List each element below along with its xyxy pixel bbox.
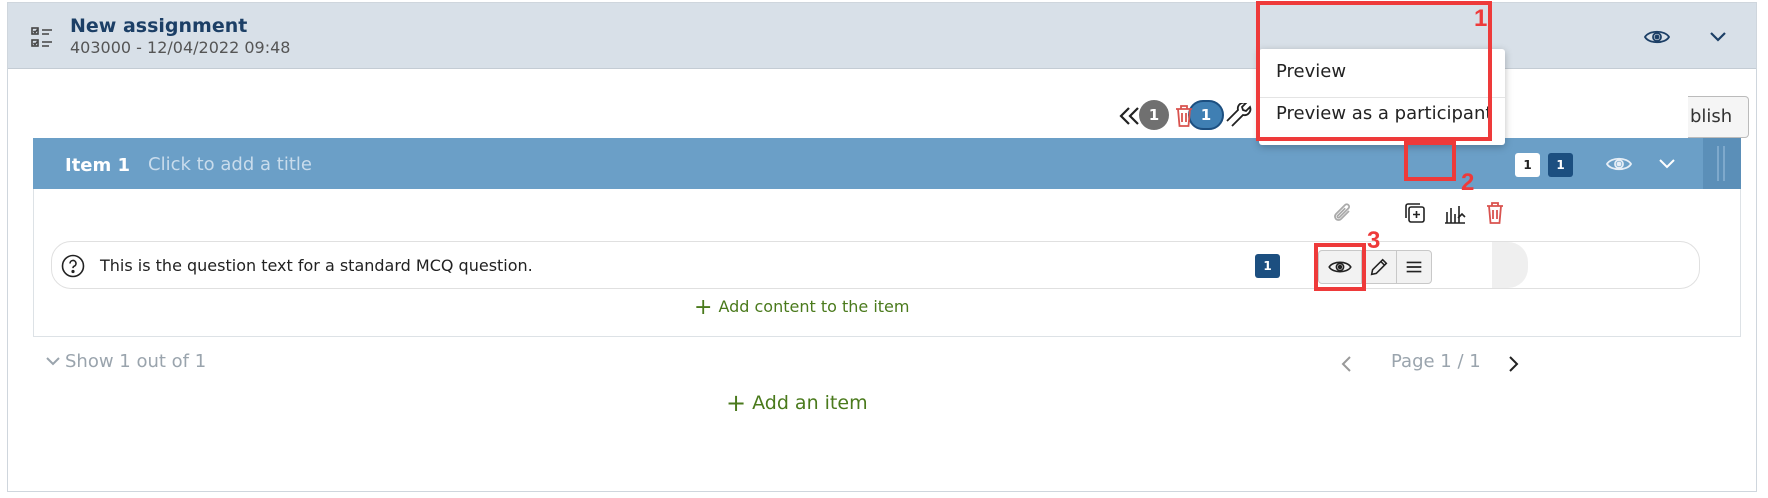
add-item-label: Add an item	[752, 392, 868, 414]
duplicate-icon[interactable]	[1402, 200, 1428, 226]
assignment-panel: New assignment 403000 - 12/04/2022 09:48…	[7, 1, 1757, 492]
trash-icon[interactable]	[1482, 200, 1508, 226]
annotation-number-1: 1	[1474, 5, 1488, 32]
trash-icon[interactable]	[1170, 103, 1198, 129]
pencil-icon	[1370, 258, 1388, 276]
chevron-right-icon[interactable]	[1506, 355, 1520, 373]
item-version-badge: 1	[1548, 153, 1573, 177]
item-count-badge: 1	[1515, 153, 1540, 177]
checklist-icon	[31, 27, 52, 47]
chevron-down-icon	[46, 357, 60, 366]
chevron-down-icon[interactable]	[1658, 157, 1676, 170]
highlight-box-1	[1256, 1, 1492, 141]
edit-question-button[interactable]	[1361, 250, 1397, 284]
chevron-left-icon[interactable]	[1340, 355, 1354, 373]
menu-icon	[1406, 261, 1422, 273]
highlight-box-2	[1404, 141, 1456, 181]
publish-button[interactable]: blish	[1688, 96, 1749, 138]
page-title: New assignment	[70, 15, 248, 37]
eye-icon[interactable]	[1643, 27, 1671, 47]
item-title-input[interactable]: Click to add a title	[148, 154, 312, 175]
chevron-down-icon[interactable]	[1708, 29, 1728, 43]
add-item-link[interactable]: + Add an item	[726, 389, 868, 417]
highlight-box-3	[1314, 243, 1366, 291]
question-text: This is the question text for a standard…	[100, 256, 533, 275]
drag-handle[interactable]	[1492, 242, 1528, 288]
show-count-toggle[interactable]: Show 1 out of 1	[45, 351, 206, 372]
question-badge: 1	[1255, 254, 1280, 278]
show-count-label: Show 1 out of 1	[65, 351, 207, 372]
add-content-link[interactable]: + Add content to the item	[694, 295, 909, 320]
plus-icon: +	[726, 389, 747, 417]
drag-handle[interactable]	[1703, 138, 1741, 189]
options-button[interactable]	[1396, 250, 1432, 284]
double-chevron-left-icon[interactable]	[1116, 103, 1144, 129]
paperclip-icon[interactable]	[1330, 201, 1356, 227]
wrench-icon[interactable]	[1224, 103, 1252, 129]
pagination-label: Page 1 / 1	[1391, 351, 1481, 372]
add-content-label: Add content to the item	[718, 297, 910, 316]
item-label: Item 1	[65, 155, 131, 176]
assignment-subtitle: 403000 - 12/04/2022 09:48	[70, 38, 291, 57]
eye-icon[interactable]	[1605, 154, 1633, 174]
question-row[interactable]: This is the question text for a standard…	[51, 241, 1700, 289]
help-icon	[61, 254, 85, 278]
annotation-number-3: 3	[1367, 227, 1381, 254]
annotation-number-2: 2	[1461, 169, 1475, 196]
item-header-bar: Item 1 Click to add a title 1 1	[33, 138, 1741, 189]
plus-icon: +	[694, 295, 713, 320]
statistics-icon[interactable]	[1442, 200, 1468, 226]
